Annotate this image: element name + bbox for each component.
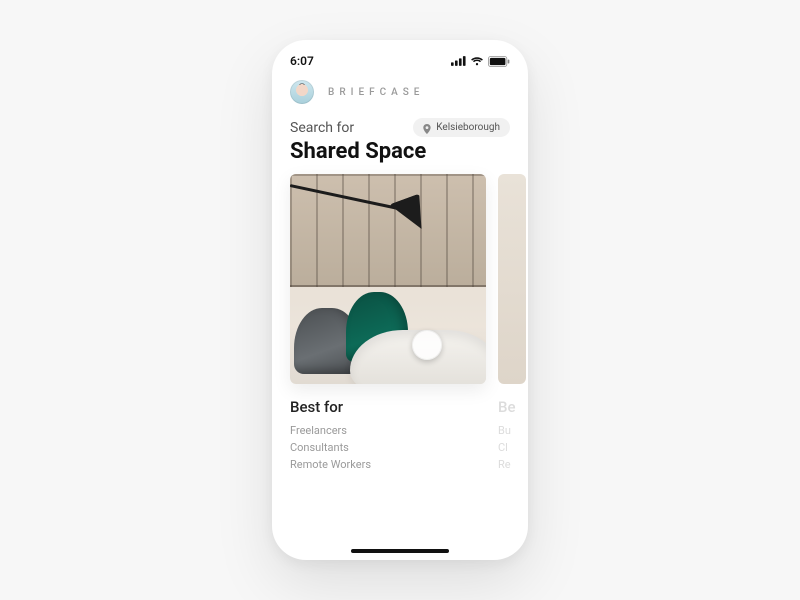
status-indicators [451, 56, 510, 67]
best-for-heading: Be [498, 398, 526, 416]
best-for-list: Freelancers Consultants Remote Workers [290, 422, 486, 473]
list-item: Cl [498, 439, 526, 456]
space-card[interactable]: Best for Freelancers Consultants Remote … [290, 174, 486, 473]
location-chip[interactable]: Kelsieborough [413, 118, 510, 137]
cellular-icon [451, 56, 466, 66]
list-item: Freelancers [290, 422, 486, 439]
wifi-icon [470, 56, 484, 66]
page-title: Shared Space [272, 139, 528, 174]
location-pin-icon [423, 124, 431, 132]
list-item: Bu [498, 422, 526, 439]
best-for-heading: Best for [290, 398, 486, 416]
space-card-image[interactable] [498, 174, 526, 384]
brand-wordmark: BRIEFCASE [328, 87, 424, 98]
list-item: Consultants [290, 439, 486, 456]
location-name: Kelsieborough [436, 122, 500, 133]
interior-illustration [290, 174, 486, 384]
list-item: Remote Workers [290, 456, 486, 473]
phone-frame: 6:07 BRIEFCASE Search for Kelsieborough … [272, 40, 528, 560]
avatar[interactable] [290, 80, 314, 104]
best-for-block: Be Bu Cl Re [498, 384, 526, 473]
space-card-peek[interactable]: Be Bu Cl Re [498, 174, 526, 473]
best-for-block: Best for Freelancers Consultants Remote … [290, 384, 486, 473]
list-item: Re [498, 456, 526, 473]
best-for-list: Bu Cl Re [498, 422, 526, 473]
app-header: BRIEFCASE [272, 74, 528, 118]
search-label: Search for [290, 120, 354, 136]
search-row: Search for Kelsieborough [272, 118, 528, 139]
status-bar: 6:07 [272, 40, 528, 74]
status-time: 6:07 [290, 54, 314, 68]
battery-icon [488, 56, 510, 67]
home-indicator[interactable] [351, 549, 449, 553]
space-carousel[interactable]: Best for Freelancers Consultants Remote … [272, 174, 528, 473]
space-card-image[interactable] [290, 174, 486, 384]
